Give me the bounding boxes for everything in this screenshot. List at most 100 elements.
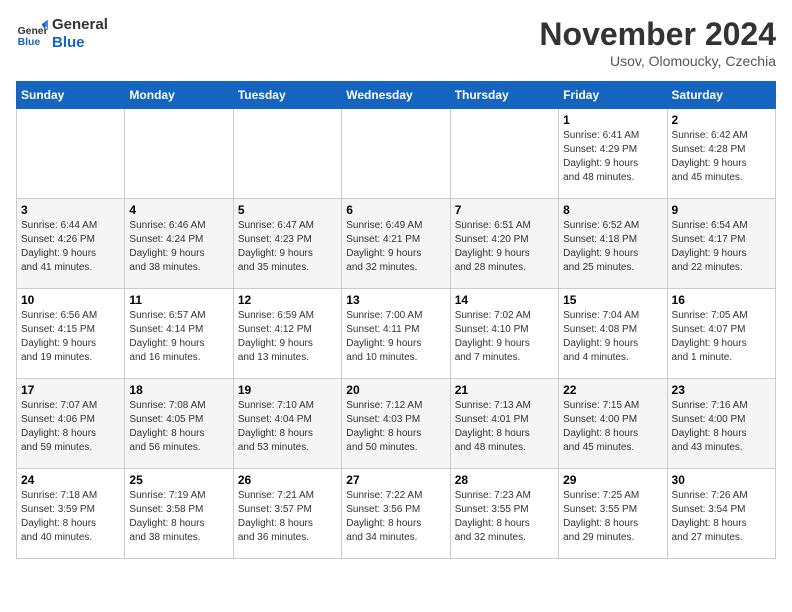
- day-number: 21: [455, 383, 554, 397]
- calendar-cell: [125, 109, 233, 199]
- calendar-cell: 15 Sunrise: 7:04 AMSunset: 4:08 PMDayligh…: [559, 289, 667, 379]
- calendar-cell: 26 Sunrise: 7:21 AMSunset: 3:57 PMDayligh…: [233, 469, 341, 559]
- day-number: 14: [455, 293, 554, 307]
- day-number: 11: [129, 293, 228, 307]
- day-info: Sunrise: 7:13 AMSunset: 4:01 PMDaylight:…: [455, 399, 554, 455]
- calendar-week-4: 17 Sunrise: 7:07 AMSunset: 4:06 PMDayligh…: [17, 379, 776, 469]
- day-number: 3: [21, 203, 120, 217]
- calendar-cell: 25Sunrise: 7:19 AMSunset: 3:58 PMDayligh…: [125, 469, 233, 559]
- calendar-cell: 5 Sunrise: 6:47 AMSunset: 4:23 PMDaylight…: [233, 199, 341, 289]
- day-info: Sunrise: 7:16 AMSunset: 4:00 PMDaylight:…: [672, 399, 771, 455]
- location: Usov, Olomoucky, Czechia: [539, 53, 776, 69]
- day-number: 2: [672, 113, 771, 127]
- calendar-cell: 18Sunrise: 7:08 AMSunset: 4:05 PMDayligh…: [125, 379, 233, 469]
- calendar-cell: 9 Sunrise: 6:54 AMSunset: 4:17 PMDaylight…: [667, 199, 775, 289]
- title-area: November 2024 Usov, Olomoucky, Czechia: [539, 16, 776, 69]
- calendar-cell: 11 Sunrise: 6:57 AMSunset: 4:14 PMDayligh…: [125, 289, 233, 379]
- day-info: Sunrise: 7:07 AMSunset: 4:06 PMDaylight:…: [21, 399, 120, 455]
- day-number: 19: [238, 383, 337, 397]
- calendar-cell: 1 Sunrise: 6:41 AMSunset: 4:29 PMDaylight…: [559, 109, 667, 199]
- logo-icon: General Blue: [16, 18, 48, 50]
- day-number: 6: [346, 203, 445, 217]
- header: General Blue General Blue November 2024 …: [16, 16, 776, 69]
- day-number: 20: [346, 383, 445, 397]
- calendar: SundayMondayTuesdayWednesdayThursdayFrid…: [16, 81, 776, 559]
- calendar-cell: 10Sunrise: 6:56 AMSunset: 4:15 PMDayligh…: [17, 289, 125, 379]
- day-info: Sunrise: 6:44 AMSunset: 4:26 PMDaylight:…: [21, 219, 120, 275]
- day-number: 12: [238, 293, 337, 307]
- day-number: 29: [563, 473, 662, 487]
- day-info: Sunrise: 7:18 AMSunset: 3:59 PMDaylight:…: [21, 489, 120, 545]
- day-number: 28: [455, 473, 554, 487]
- calendar-cell: 14 Sunrise: 7:02 AMSunset: 4:10 PMDayligh…: [450, 289, 558, 379]
- day-number: 13: [346, 293, 445, 307]
- logo: General Blue General Blue: [16, 16, 108, 52]
- weekday-header-sunday: Sunday: [17, 82, 125, 109]
- svg-text:General: General: [18, 26, 48, 37]
- day-info: Sunrise: 7:15 AMSunset: 4:00 PMDaylight:…: [563, 399, 662, 455]
- logo-line1: General: [52, 16, 108, 34]
- day-number: 22: [563, 383, 662, 397]
- day-number: 5: [238, 203, 337, 217]
- day-info: Sunrise: 7:04 AMSunset: 4:08 PMDaylight:…: [563, 309, 662, 365]
- calendar-cell: [342, 109, 450, 199]
- calendar-cell: 20 Sunrise: 7:12 AMSunset: 4:03 PMDayligh…: [342, 379, 450, 469]
- day-number: 23: [672, 383, 771, 397]
- calendar-cell: 17 Sunrise: 7:07 AMSunset: 4:06 PMDayligh…: [17, 379, 125, 469]
- day-info: Sunrise: 7:23 AMSunset: 3:55 PMDaylight:…: [455, 489, 554, 545]
- day-info: Sunrise: 6:57 AMSunset: 4:14 PMDaylight:…: [129, 309, 228, 365]
- month-title: November 2024: [539, 16, 776, 53]
- weekday-header-row: SundayMondayTuesdayWednesdayThursdayFrid…: [17, 82, 776, 109]
- calendar-cell: 2 Sunrise: 6:42 AMSunset: 4:28 PMDaylight…: [667, 109, 775, 199]
- calendar-cell: [17, 109, 125, 199]
- day-info: Sunrise: 6:54 AMSunset: 4:17 PMDaylight:…: [672, 219, 771, 275]
- day-info: Sunrise: 6:41 AMSunset: 4:29 PMDaylight:…: [563, 129, 662, 185]
- calendar-cell: [450, 109, 558, 199]
- day-number: 9: [672, 203, 771, 217]
- day-number: 8: [563, 203, 662, 217]
- logo-line2: Blue: [52, 34, 108, 52]
- day-info: Sunrise: 7:12 AMSunset: 4:03 PMDaylight:…: [346, 399, 445, 455]
- weekday-header-wednesday: Wednesday: [342, 82, 450, 109]
- day-number: 4: [129, 203, 228, 217]
- calendar-cell: 19Sunrise: 7:10 AMSunset: 4:04 PMDayligh…: [233, 379, 341, 469]
- day-number: 27: [346, 473, 445, 487]
- calendar-cell: [233, 109, 341, 199]
- calendar-cell: 29 Sunrise: 7:25 AMSunset: 3:55 PMDayligh…: [559, 469, 667, 559]
- weekday-header-friday: Friday: [559, 82, 667, 109]
- day-info: Sunrise: 6:59 AMSunset: 4:12 PMDaylight:…: [238, 309, 337, 365]
- calendar-cell: 12 Sunrise: 6:59 AMSunset: 4:12 PMDayligh…: [233, 289, 341, 379]
- day-number: 10: [21, 293, 120, 307]
- calendar-cell: 28 Sunrise: 7:23 AMSunset: 3:55 PMDayligh…: [450, 469, 558, 559]
- day-info: Sunrise: 7:22 AMSunset: 3:56 PMDaylight:…: [346, 489, 445, 545]
- day-info: Sunrise: 6:42 AMSunset: 4:28 PMDaylight:…: [672, 129, 771, 185]
- calendar-week-1: 1 Sunrise: 6:41 AMSunset: 4:29 PMDaylight…: [17, 109, 776, 199]
- day-info: Sunrise: 7:19 AMSunset: 3:58 PMDaylight:…: [129, 489, 228, 545]
- calendar-cell: 27 Sunrise: 7:22 AMSunset: 3:56 PMDayligh…: [342, 469, 450, 559]
- calendar-cell: 13Sunrise: 7:00 AMSunset: 4:11 PMDayligh…: [342, 289, 450, 379]
- day-number: 26: [238, 473, 337, 487]
- day-number: 16: [672, 293, 771, 307]
- weekday-header-thursday: Thursday: [450, 82, 558, 109]
- weekday-header-tuesday: Tuesday: [233, 82, 341, 109]
- calendar-cell: 6Sunrise: 6:49 AMSunset: 4:21 PMDaylight…: [342, 199, 450, 289]
- calendar-cell: 21 Sunrise: 7:13 AMSunset: 4:01 PMDayligh…: [450, 379, 558, 469]
- calendar-cell: 23 Sunrise: 7:16 AMSunset: 4:00 PMDayligh…: [667, 379, 775, 469]
- day-info: Sunrise: 7:25 AMSunset: 3:55 PMDaylight:…: [563, 489, 662, 545]
- calendar-cell: 7Sunrise: 6:51 AMSunset: 4:20 PMDaylight…: [450, 199, 558, 289]
- day-info: Sunrise: 6:47 AMSunset: 4:23 PMDaylight:…: [238, 219, 337, 275]
- day-info: Sunrise: 7:02 AMSunset: 4:10 PMDaylight:…: [455, 309, 554, 365]
- weekday-header-monday: Monday: [125, 82, 233, 109]
- calendar-cell: 30Sunrise: 7:26 AMSunset: 3:54 PMDayligh…: [667, 469, 775, 559]
- calendar-week-5: 24Sunrise: 7:18 AMSunset: 3:59 PMDayligh…: [17, 469, 776, 559]
- day-info: Sunrise: 7:26 AMSunset: 3:54 PMDaylight:…: [672, 489, 771, 545]
- calendar-cell: 22 Sunrise: 7:15 AMSunset: 4:00 PMDayligh…: [559, 379, 667, 469]
- day-info: Sunrise: 6:51 AMSunset: 4:20 PMDaylight:…: [455, 219, 554, 275]
- day-info: Sunrise: 7:21 AMSunset: 3:57 PMDaylight:…: [238, 489, 337, 545]
- day-info: Sunrise: 6:52 AMSunset: 4:18 PMDaylight:…: [563, 219, 662, 275]
- day-info: Sunrise: 7:05 AMSunset: 4:07 PMDaylight:…: [672, 309, 771, 365]
- day-number: 17: [21, 383, 120, 397]
- day-number: 15: [563, 293, 662, 307]
- svg-text:Blue: Blue: [18, 37, 41, 48]
- day-number: 1: [563, 113, 662, 127]
